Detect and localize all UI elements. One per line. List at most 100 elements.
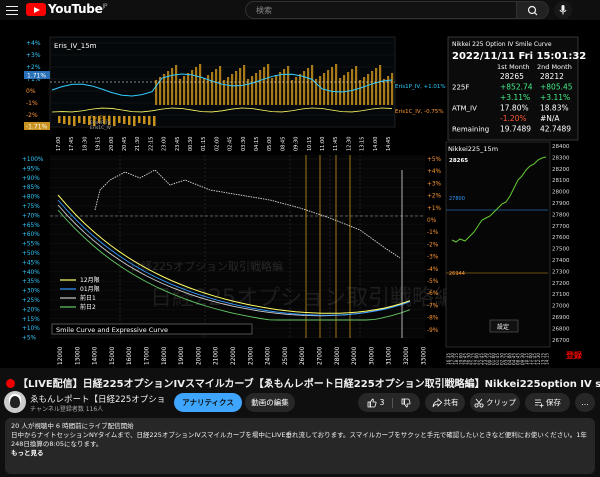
left-axis-label: +90% [22,176,40,182]
iv-diff-bar [299,74,302,105]
iv-diff-bar [187,73,190,105]
iv-diff-bar [235,71,238,105]
top-time-label: 05:00 [267,137,273,151]
table-cell-1st: +3.11% [500,93,530,102]
watermark-top: 日経225オプション取引戦略編 [130,259,283,273]
scissors-icon [474,398,484,408]
strike-label: 18000 [162,346,168,365]
strike-label: 12000 [58,346,64,365]
iv-diff-bar [379,65,382,105]
top-axis-label: +4% [26,40,41,47]
youtube-logo-icon[interactable] [26,3,46,16]
iv-diff-bar [199,64,202,105]
iv-diff-bar [227,77,230,105]
nikkei-price-label: 28265 [449,158,468,164]
strike-label: 33000 [421,346,427,365]
iv-diff-bar [251,76,254,105]
iv-diff-bar [153,116,156,126]
top-time-label: 14:45 [386,137,392,151]
strike-label: 29000 [352,346,358,365]
thumbs-down-icon[interactable] [401,398,411,408]
brand-region: JP [102,3,108,10]
nikkei-time-label: 14:15 [544,353,549,365]
like-dislike-group: 3 [358,393,420,412]
edit-video-button[interactable]: 動画の編集 [245,393,295,412]
iv-diff-bar [359,80,362,105]
iv-diff-bar [355,66,358,105]
description-box[interactable]: 20 人が視聴中 6 時間前にライブ配信開始 日中からナイトセッションNYタイム… [5,418,595,474]
right-axis-label: +2% [427,194,442,200]
right-axis-label: +3% [427,181,442,187]
playlist-add-icon [535,399,544,407]
left-axis-label: +95% [22,166,40,172]
thumbs-up-icon[interactable] [367,398,377,408]
left-axis-label: +100% [22,157,44,163]
iv-diff-bar [319,76,322,105]
nikkei-time-axis: 16:35 17:30 18:15 19:00 19:45 20:30 21:15 22:00… [446,353,549,365]
legend-label: 前日2 [80,303,96,311]
left-axis-label: +40% [22,270,40,276]
iv-diff-bar [143,116,146,124]
legend-label: 前日1 [80,294,96,302]
voice-search-button[interactable] [554,1,572,19]
top-time-label: 03:30 [241,137,247,151]
right-axis-label: +1% [427,206,442,212]
save-button[interactable]: 保存 [525,393,570,412]
iv-diff-bar [128,116,131,125]
iv-diff-bar [311,65,314,105]
search-input[interactable] [256,4,506,17]
youtube-wordmark[interactable]: YouTubeJP [48,2,108,16]
video-player[interactable]: Eris_IV_15m +4%+3%+2%+1%0%-1%-2%-3% 1.71… [0,20,600,368]
top-time-label: 18:30 [82,137,88,151]
series-label-put: Eris1P_IV, +1.01% [395,84,446,90]
strike-label: 14000 [93,346,99,365]
search-box[interactable] [245,1,517,19]
strike-label: 20000 [196,346,202,365]
description-stats: 20 人が視聴中 6 時間前にライブ配信開始 [11,422,134,430]
nikkei-axis-label: 27800 [552,212,570,218]
show-more-link[interactable]: もっと見る [11,449,589,458]
brand-name: YouTube [48,2,103,16]
clip-button[interactable]: クリップ [470,393,520,412]
share-icon [432,397,442,407]
nikkei-axis-label: 26800 [552,326,570,332]
top-time-label: 11:00 [320,137,326,151]
menu-icon[interactable] [5,3,19,17]
search-icon [527,5,538,16]
strike-label: 30000 [369,346,375,365]
channel-subscribers: チャンネル登録者数 116人 [30,406,104,413]
nikkei-marker-label: 26944 [449,271,465,277]
top-time-label: 02:45 [228,137,234,151]
nikkei-axis-label: 27500 [552,247,570,253]
nikkei-axis-label: 27900 [552,201,570,207]
table-cell-2nd: +805.45 [540,83,573,92]
left-axis-label: +65% [22,223,40,229]
top-axis-label: +2% [26,64,41,71]
iv-diff-bar [163,74,166,105]
strike-label: 16000 [127,346,133,365]
more-actions-button[interactable]: … [575,393,595,412]
right-axis-label: +4% [427,169,442,175]
video-title-text: 【LIVE配信】日経225オプションIVスマイルカーブ【ゑもんレポート日経225… [18,379,600,390]
search-button[interactable] [517,1,549,19]
iv-diff-bar [155,80,158,105]
right-axis-label: 0% [427,218,437,224]
iv-diff-bar [113,116,116,126]
left-axis-label: +55% [22,242,40,248]
strike-label: 26000 [300,346,306,365]
share-button[interactable]: 共有 [425,393,465,412]
channel-avatar[interactable] [4,391,26,413]
top-bar: YouTubeJP [0,0,600,20]
like-count: 3 [379,398,385,407]
top-time-label: 20:45 [122,137,128,151]
table-cell-2nd: 18.83% [540,104,569,113]
strike-label: 21000 [214,346,220,365]
iv-diff-bar [275,75,278,105]
table-cell-2nd: 42.7489 [540,125,571,134]
top-time-label: 10:15 [307,137,313,151]
iv-diff-bar [279,72,282,105]
right-axis-label: -5% [427,279,439,285]
left-axis-label: +25% [22,298,40,304]
left-axis-label: +60% [22,232,40,238]
analytics-button[interactable]: アナリティクス [174,393,242,412]
